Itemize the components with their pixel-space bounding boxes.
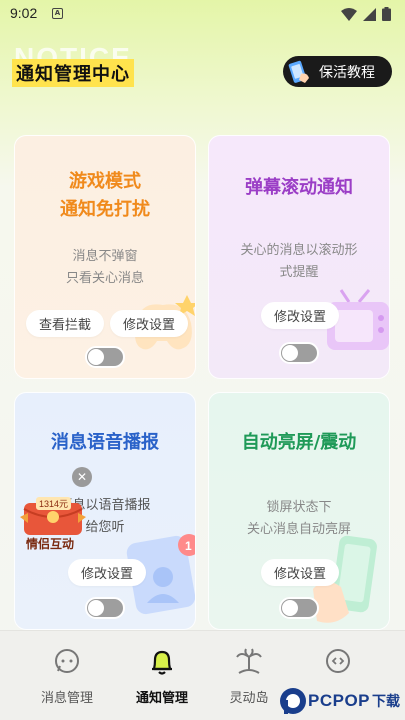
smile-chat-icon (326, 649, 350, 673)
nav-label: 消息管理 (40, 691, 93, 706)
wifi-icon (341, 7, 357, 21)
card-title-line: 自动亮屏/震动 (241, 432, 357, 453)
battery-icon (382, 7, 391, 21)
nav-label: 灵动岛 (229, 691, 269, 706)
phone-hand-icon (287, 60, 313, 84)
close-float-icon[interactable]: ✕ (72, 467, 92, 487)
card-desc-line: 关心的消息以滚动形 (240, 243, 358, 258)
signal-icon (363, 7, 376, 21)
auto-wake-card[interactable]: 自动亮屏/震动 锁屏状态下 关心消息自动亮屏 修改设置 (208, 392, 390, 630)
modify-settings-button[interactable]: 修改设置 (68, 559, 146, 586)
card-title-line: 游戏模式 (69, 171, 141, 192)
status-bar: 9:02 A (0, 0, 405, 28)
chat-bubble-icon (55, 649, 79, 673)
status-time: 9:02 (10, 5, 38, 21)
card-desc-line: 消息不弹窗 (72, 249, 138, 264)
game-mode-toggle[interactable] (85, 346, 125, 368)
card-desc-line: 式提醒 (279, 265, 319, 280)
tutorial-label: 保活教程 (319, 64, 375, 81)
danmaku-notice-card[interactable]: 弹幕滚动通知 关心的消息以滚动形 式提醒 修改设置 (208, 135, 390, 379)
palm-tree-icon (236, 648, 262, 674)
nav-label: 通知管理 (135, 691, 188, 706)
card-desc-line: 只看关心消息 (65, 271, 144, 286)
nav-item-notification-management[interactable]: 通知管理 (122, 647, 202, 706)
notification-a-icon: A (52, 8, 63, 19)
modify-settings-button[interactable]: 修改设置 (261, 559, 339, 586)
view-blocked-button[interactable]: 查看拦截 (26, 310, 104, 337)
pcpop-logo-icon (280, 688, 306, 714)
nav-item-message-management[interactable]: 消息管理 (27, 647, 107, 706)
card-title-line: 弹幕滚动通知 (245, 177, 353, 198)
bell-icon (152, 650, 172, 675)
modify-settings-button[interactable]: 修改设置 (261, 302, 339, 329)
keep-alive-tutorial-button[interactable]: 保活教程 (283, 56, 392, 87)
card-desc-line: 锁屏状态下 (266, 500, 332, 515)
nav-item-more[interactable] (298, 647, 378, 687)
card-title-line: 消息语音播报 (51, 432, 159, 453)
badge-label: 情侣互动 (26, 537, 75, 551)
nav-item-dynamic-island[interactable]: 灵动岛 (209, 647, 289, 706)
page-title: 通知管理中心 (12, 59, 134, 87)
pcpop-text: PCPOP (308, 691, 371, 710)
voice-broadcast-toggle[interactable] (85, 597, 125, 619)
couple-interaction-badge[interactable]: 1314元 情侣互动 (18, 495, 88, 553)
auto-wake-toggle[interactable] (279, 597, 319, 619)
game-mode-card[interactable]: 游戏模式 通知免打扰 消息不弹窗 只看关心消息 查看拦截 修改设置 (14, 135, 196, 379)
badge-amount: 1314元 (36, 497, 72, 510)
pcpop-watermark: PCPOP 下载 (278, 684, 404, 718)
danmaku-toggle[interactable] (279, 342, 319, 364)
pcpop-suffix: 下载 (372, 694, 401, 710)
modify-settings-button[interactable]: 修改设置 (110, 310, 188, 337)
svg-text:1: 1 (185, 539, 192, 553)
status-icons (341, 7, 391, 21)
card-title-line: 通知免打扰 (60, 199, 150, 220)
